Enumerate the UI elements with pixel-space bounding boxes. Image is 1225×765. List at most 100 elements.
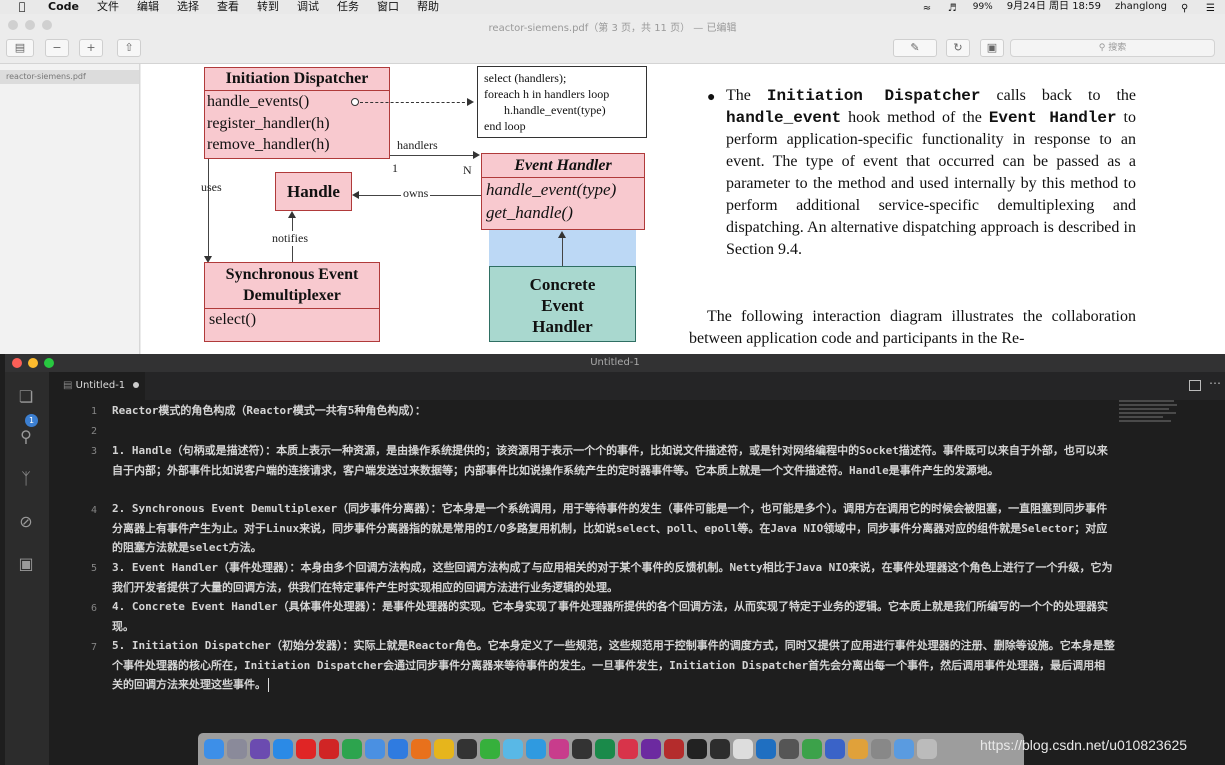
rider-icon[interactable] — [641, 739, 661, 759]
green-app-icon[interactable] — [342, 739, 362, 759]
safari-icon[interactable] — [388, 739, 408, 759]
tab-label: Untitled-1 — [75, 380, 126, 391]
menu-app-name[interactable]: Code — [48, 0, 79, 14]
webstorm-icon[interactable] — [595, 739, 615, 759]
explorer-icon[interactable]: ❏ — [15, 386, 37, 408]
search-input[interactable]: ⚲ 搜索 — [1010, 39, 1215, 57]
zoom-in-button[interactable]: + — [79, 39, 103, 57]
uml-method: get_handle() — [486, 203, 573, 222]
zoom-out-button[interactable]: − — [45, 39, 69, 57]
notification-center-icon[interactable]: ☰ — [1206, 2, 1217, 14]
search-icon[interactable]: ⚲ — [15, 426, 37, 448]
preview-window: reactor-siemens.pdf（第 3 页，共 11 页） — 已编辑 … — [0, 14, 1225, 354]
menu-edit[interactable]: 编辑 — [137, 0, 159, 14]
battery-percent[interactable]: 99% — [973, 0, 993, 14]
menubar-user[interactable]: zhanglong — [1115, 0, 1167, 14]
debug-icon[interactable]: ⊘ — [15, 511, 37, 533]
firefox-icon[interactable] — [411, 739, 431, 759]
qq-icon[interactable] — [457, 739, 477, 759]
extensions-icon[interactable]: ▣ — [15, 553, 37, 575]
source-control-icon[interactable]: ᛉ — [15, 468, 37, 490]
window-controls — [12, 358, 54, 368]
sidebar-toggle-button[interactable]: ▤ — [6, 39, 34, 57]
siri-icon[interactable] — [250, 739, 270, 759]
uml-initiation-dispatcher: Initiation Dispatcher handle_events() re… — [204, 67, 390, 159]
app-store-icon[interactable] — [273, 739, 293, 759]
downloads-icon[interactable] — [894, 739, 914, 759]
editor-area[interactable]: 1 Reactor模式的角色构成（Reactor模式一共有5种角色构成）： 2 … — [49, 400, 1225, 765]
vscode-icon[interactable] — [756, 739, 776, 759]
menu-window[interactable]: 窗口 — [377, 0, 399, 14]
zoom-button[interactable] — [44, 358, 54, 368]
netease-music-icon[interactable] — [296, 739, 316, 759]
toolbox-button[interactable]: ▣ — [980, 39, 1004, 57]
console-icon[interactable] — [710, 739, 730, 759]
menu-help[interactable]: 帮助 — [417, 0, 439, 14]
code-line[interactable]: 5. Initiation Dispatcher（初始分发器）：实际上就是Rea… — [112, 636, 1115, 695]
code-line[interactable]: Reactor模式的角色构成（Reactor模式一共有5种角色构成）： — [112, 401, 1115, 421]
code-line[interactable]: 4. Concrete Event Handler（具体事件处理器）：是事件处理… — [112, 597, 1115, 636]
preview-icon[interactable] — [848, 739, 868, 759]
system-preferences-icon[interactable] — [871, 739, 891, 759]
text-cursor — [268, 678, 269, 692]
wifi-icon[interactable]: ≈ — [923, 2, 934, 14]
markup-pen-button[interactable]: ✎ — [893, 39, 937, 57]
uml-handlers-line — [390, 155, 478, 156]
uml-handlers-label: handlers — [397, 138, 438, 152]
gray-app-icon[interactable] — [779, 739, 799, 759]
sublime-icon[interactable] — [526, 739, 546, 759]
menu-view[interactable]: 查看 — [217, 0, 239, 14]
rotate-button[interactable]: ↻ — [946, 39, 970, 57]
apple-icon[interactable]:  — [16, 0, 28, 14]
menu-file[interactable]: 文件 — [97, 0, 119, 14]
uml-dashed-connector — [360, 102, 470, 103]
textedit-icon[interactable] — [733, 739, 753, 759]
terminal-icon[interactable] — [687, 739, 707, 759]
intellij-icon[interactable] — [549, 739, 569, 759]
maps-icon[interactable] — [802, 739, 822, 759]
menu-debug[interactable]: 调试 — [297, 0, 319, 14]
more-actions-icon[interactable]: ⋯ — [1209, 376, 1221, 390]
red-app-icon[interactable] — [319, 739, 339, 759]
uml-arrowhead — [473, 151, 480, 159]
uml-owns-label: owns — [401, 186, 431, 201]
close-button[interactable] — [12, 358, 22, 368]
code-line[interactable]: 1. Handle（句柄或是描述符）：本质上表示一种资源，是由操作系统提供的；该… — [112, 441, 1115, 480]
menu-selection[interactable]: 选择 — [177, 0, 199, 14]
tab-untitled-1[interactable]: ▤ Untitled-1 — [49, 372, 145, 400]
menu-bar:  Code 文件 编辑 选择 查看 转到 调试 任务 窗口 帮助 ≈ ♬ 99… — [0, 0, 1225, 14]
menubar-clock[interactable]: 9月24日 周日 18:59 — [1007, 0, 1101, 14]
trash-icon[interactable] — [917, 739, 937, 759]
activity-bar: ❏ 1 ⚲ ᛉ ⊘ ▣ — [5, 372, 49, 765]
share-button[interactable]: ⇧ — [117, 39, 141, 57]
clion-icon[interactable] — [664, 739, 684, 759]
uml-class-title: Handler — [532, 317, 593, 336]
uml-class-title: Event Handler — [482, 154, 644, 178]
uml-multiplicity-one: 1 — [392, 161, 398, 175]
menu-tasks[interactable]: 任务 — [337, 0, 359, 14]
menu-go[interactable]: 转到 — [257, 0, 279, 14]
pycharm-icon[interactable] — [572, 739, 592, 759]
code-line[interactable]: 2. Synchronous Event Demultiplexer（同步事件分… — [112, 499, 1115, 558]
split-editor-icon[interactable] — [1189, 380, 1201, 391]
uml-class-title: Synchronous Event — [225, 266, 359, 283]
uml-sync-event-demultiplexer: Synchronous Event Demultiplexer select() — [204, 262, 380, 342]
messages-icon[interactable] — [503, 739, 523, 759]
unsaved-dot-icon[interactable] — [133, 382, 140, 388]
uml-multiplicity-n: N — [463, 163, 472, 177]
launchpad-icon[interactable] — [227, 739, 247, 759]
wechat-icon[interactable] — [480, 739, 500, 759]
blue-app-icon[interactable] — [365, 739, 385, 759]
bullet-point: ● — [707, 90, 716, 105]
finder-icon[interactable] — [204, 739, 224, 759]
code-line[interactable]: 3. Event Handler（事件处理器）：本身由多个回调方法构成，这些回调… — [112, 558, 1115, 597]
minimize-button[interactable] — [28, 358, 38, 368]
minimap[interactable] — [1119, 400, 1179, 428]
volume-icon[interactable]: ♬ — [948, 2, 959, 14]
spotlight-search-icon[interactable]: ⚲ — [1181, 2, 1192, 14]
eclipse-icon[interactable] — [825, 739, 845, 759]
uml-uses-line — [208, 159, 209, 261]
chrome-icon[interactable] — [434, 739, 454, 759]
sidebar-file-item[interactable]: reactor-siemens.pdf — [0, 70, 139, 84]
datagrip-icon[interactable] — [618, 739, 638, 759]
